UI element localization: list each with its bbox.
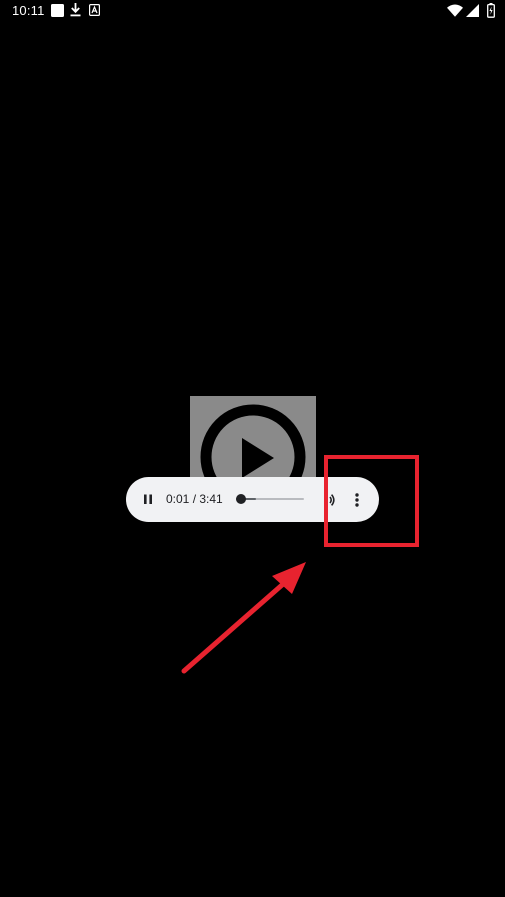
battery-icon: [487, 3, 495, 18]
current-time: 0:01: [166, 492, 190, 506]
time-display: 0:01 / 3:41: [166, 492, 223, 506]
seek-thumb[interactable]: [236, 494, 247, 504]
wifi-icon: [447, 4, 463, 17]
duration: 3:41: [199, 492, 223, 506]
signal-icon: [466, 4, 479, 17]
screen: 10:11 0:01 / 3:41: [0, 0, 505, 897]
status-time: 10:11: [12, 3, 45, 18]
annotation-highlight-box: [324, 455, 419, 547]
video-thumbnail[interactable]: [190, 396, 316, 486]
text-a-icon: [89, 4, 100, 16]
pause-button[interactable]: [138, 489, 158, 509]
seek-slider[interactable]: [236, 492, 304, 506]
play-circle-icon: [200, 404, 306, 486]
pause-icon: [144, 494, 152, 504]
square-notification-icon: [51, 4, 64, 17]
download-icon: [70, 3, 81, 17]
time-separator: /: [189, 492, 200, 506]
status-bar: 10:11: [0, 0, 505, 22]
